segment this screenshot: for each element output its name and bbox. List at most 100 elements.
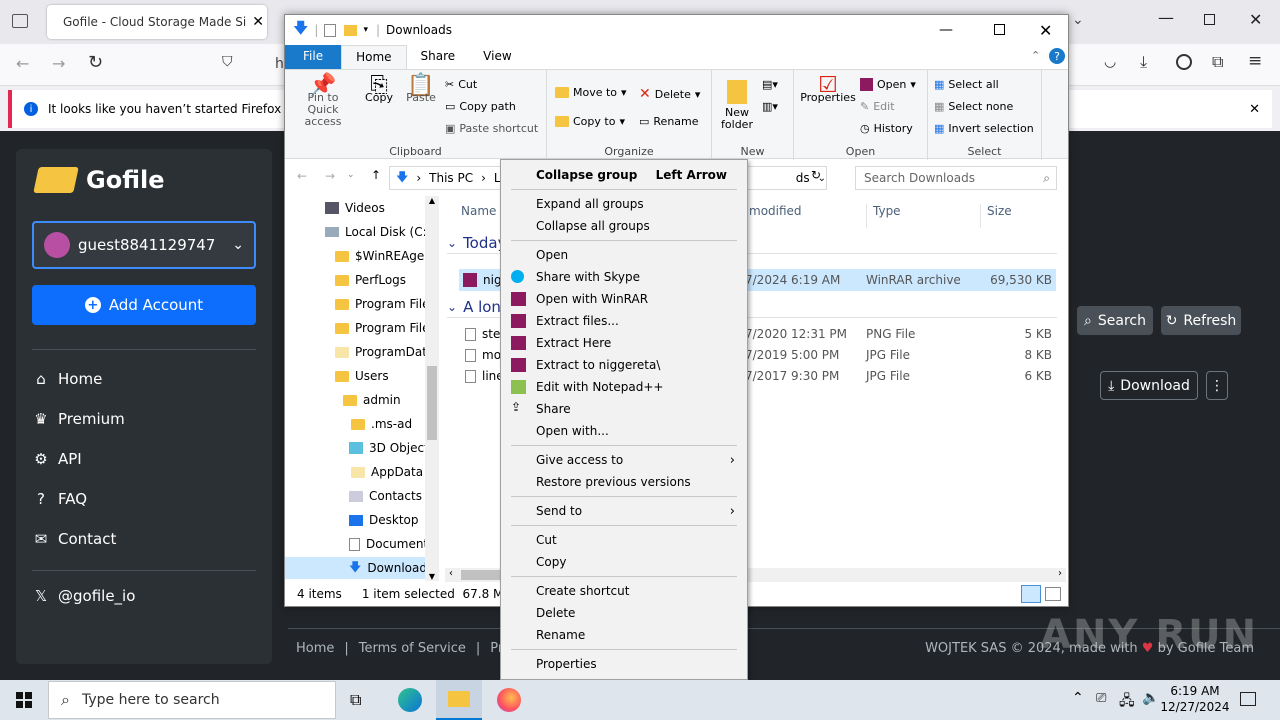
menu-item-restore[interactable]: Restore previous versions [501,471,747,493]
tab-share[interactable]: Share [407,45,470,69]
recent-dropdown-icon[interactable]: ⌄ [347,170,355,180]
volume-icon[interactable]: 🔈 [1142,690,1159,706]
copy-to-button[interactable]: Copy to ▾ [555,115,625,128]
gofile-logo[interactable]: Gofile [33,166,164,194]
scroll-right-icon[interactable]: › [1058,568,1062,579]
shield-icon[interactable]: ⛉ [222,54,233,70]
tab-home[interactable]: Home [341,45,407,69]
tree-item[interactable]: Users [335,369,389,383]
tree-item[interactable]: Local Disk (C:) [325,225,431,239]
tree-item[interactable]: 3D Objects [349,441,435,455]
tree-item[interactable]: PerfLogs [335,273,406,287]
scroll-thumb[interactable] [461,570,501,580]
menu-item-send-to[interactable]: Send to › [501,500,747,522]
tab-list-icon[interactable] [12,14,28,28]
menu-item-expand-all[interactable]: Expand all groups [501,193,747,215]
scroll-thumb[interactable] [427,366,437,440]
menu-item-open-winrar[interactable]: Open with WinRAR [501,288,747,310]
chevron-down-icon[interactable]: ⌄ [1072,12,1084,28]
menu-item-extract-here[interactable]: Extract Here [501,332,747,354]
tree-item-selected[interactable]: 🡇 Downloads [285,557,433,579]
help-icon[interactable]: ? [1049,48,1065,64]
close-icon[interactable]: ✕ [1039,21,1052,40]
menu-item-rename[interactable]: Rename [501,624,747,646]
account-icon[interactable] [1176,54,1192,70]
copy-path-button[interactable]: ▭ Copy path [445,100,516,113]
column-header-modified[interactable]: modified [749,204,802,218]
menu-item-collapse-all[interactable]: Collapse all groups [501,215,747,237]
search-button[interactable]: ⌕ Search [1077,306,1153,335]
menu-item-properties[interactable]: Properties [501,653,747,675]
column-header-size[interactable]: Size [980,204,1012,228]
close-window-icon[interactable]: ✕ [1249,10,1262,29]
paste-shortcut-button[interactable]: ▣ Paste shortcut [445,122,538,135]
tree-item[interactable]: AppData [351,465,423,479]
back-icon[interactable]: ← [297,169,307,183]
add-account-button[interactable]: + Add Account [32,285,256,325]
close-tab-icon[interactable]: ✕ [252,14,264,30]
menu-item-extract-files[interactable]: Extract files... [501,310,747,332]
menu-item-give-access[interactable]: Give access to › [501,449,747,471]
invert-selection-button[interactable]: ▦ Invert selection [934,122,1034,135]
url-text[interactable]: h [275,56,284,72]
extensions-icon[interactable]: ⧉ [1212,52,1223,72]
edit-button[interactable]: ✎ Edit [860,100,895,113]
properties-button[interactable]: ☑ Properties [798,75,858,104]
taskbar-search-box[interactable]: ⌕ Type here to search [48,681,336,719]
select-all-button[interactable]: ▦ Select all [934,78,999,91]
copy-button[interactable]: ⎘ Copy [359,75,399,104]
breadcrumb-tail[interactable]: ds [796,171,810,185]
delete-button[interactable]: ✕ Delete ▾ [639,86,700,102]
menu-icon[interactable]: ≡ [1248,51,1262,71]
menu-item-delete[interactable]: Delete [501,602,747,624]
folder-qat-icon[interactable] [344,24,358,36]
menu-item-extract-to[interactable]: Extract to niggereta\ [501,354,747,376]
download-button[interactable]: ⤓ Download [1100,371,1198,400]
tree-item[interactable]: Contacts [349,489,422,503]
tree-item[interactable]: $WinREAgent [335,249,437,263]
notifications-icon[interactable] [1240,692,1256,706]
task-view-icon[interactable]: ⧉ [350,690,361,710]
menu-item-share[interactable]: ⇪ Share [501,398,747,420]
tree-item[interactable]: admin [343,393,401,407]
close-notification-icon[interactable]: ✕ [1249,102,1260,117]
column-header-name[interactable]: Name [461,204,496,218]
easy-access-button[interactable]: ▥▾ [762,100,778,113]
firefox-icon[interactable] [497,688,521,712]
footer-home-link[interactable]: Home [296,641,334,656]
minimize-icon[interactable]: — [939,22,953,38]
collapse-ribbon-icon[interactable]: ⌃ [1031,49,1040,62]
pin-quick-access-button[interactable]: 📌 Pin to Quick access [291,75,355,128]
file-explorer-taskbar-icon[interactable] [436,680,482,720]
search-box[interactable]: Search Downloads ⌕ [855,166,1057,190]
back-icon[interactable]: ← [16,54,29,73]
open-button[interactable]: Open ▾ [860,78,916,91]
tree-item[interactable]: .ms-ad [351,417,412,431]
nav-api[interactable]: ⚙ API [32,450,81,468]
tree-scrollbar[interactable]: ▲ ▼ [425,196,439,581]
qat-dropdown-icon[interactable]: ▾ [363,25,368,35]
restore-icon[interactable] [1204,14,1215,25]
column-header-type[interactable]: Type [866,204,901,228]
tab-file[interactable]: File [285,45,342,69]
menu-item-notepad[interactable]: Edit with Notepad++ [501,376,747,398]
menu-item-cut[interactable]: Cut [501,529,747,551]
nav-premium[interactable]: ♛ Premium [32,410,124,428]
breadcrumb-this-pc[interactable]: This PC [429,171,473,185]
forward-icon[interactable]: → [52,54,65,73]
account-selector[interactable]: guest8841129747 ⌄ [32,221,256,269]
edge-icon[interactable] [398,688,422,712]
menu-item-open-with[interactable]: Open with... [501,420,747,442]
history-button[interactable]: ◷ History [860,122,913,135]
meet-now-icon[interactable]: ⎚ [1096,691,1106,706]
cut-button[interactable]: ✂ Cut [445,78,477,91]
download-icon[interactable]: ⤓ [1140,52,1147,72]
properties-qat-icon[interactable] [324,23,337,37]
select-none-button[interactable]: ▦ Select none [934,100,1013,113]
new-folder-button[interactable]: New folder [716,80,758,131]
refresh-button[interactable]: ↻ Refresh [1161,306,1241,335]
nav-faq[interactable]: ? FAQ [32,490,87,508]
scroll-down-icon[interactable]: ▼ [425,572,439,581]
tab-gofile[interactable]: Gofile - Cloud Storage Made Si ✕ [47,5,267,39]
reload-icon[interactable]: ↻ [88,52,103,73]
